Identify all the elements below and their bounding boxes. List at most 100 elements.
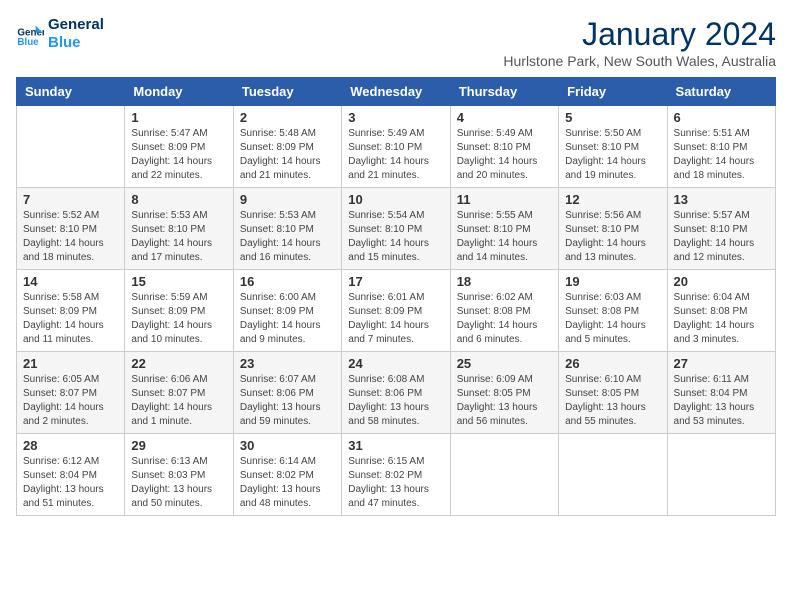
calendar-day: 12 Sunrise: 5:56 AM Sunset: 8:10 PM Dayli… <box>559 188 667 270</box>
calendar-week-1: 1 Sunrise: 5:47 AM Sunset: 8:09 PM Daylig… <box>17 106 776 188</box>
calendar-day <box>667 434 775 516</box>
day-number: 7 <box>23 192 118 207</box>
logo-line2: Blue <box>48 34 104 52</box>
day-info: Sunrise: 6:11 AM Sunset: 8:04 PM Dayligh… <box>674 373 769 429</box>
calendar-week-4: 21Sunrise: 6:05 AM Sunset: 8:07 PM Dayli… <box>17 352 776 434</box>
col-header-monday: Monday <box>125 78 233 106</box>
calendar-day: 3 Sunrise: 5:49 AM Sunset: 8:10 PM Daylig… <box>342 106 450 188</box>
day-number: 23 <box>240 356 335 371</box>
calendar-day: 21Sunrise: 6:05 AM Sunset: 8:07 PM Dayli… <box>17 352 125 434</box>
day-info: Sunrise: 5:54 AM Sunset: 8:10 PM Dayligh… <box>348 209 443 265</box>
calendar-day: 29 Sunrise: 6:13 AM Sunset: 8:03 PM Dayli… <box>125 434 233 516</box>
title-section: January 2024 Hurlstone Park, New South W… <box>503 16 776 69</box>
day-number: 6 <box>674 110 769 125</box>
day-info: Sunrise: 6:14 AM Sunset: 8:02 PM Dayligh… <box>240 455 335 511</box>
day-number: 11 <box>457 192 552 207</box>
calendar-day: 2 Sunrise: 5:48 AM Sunset: 8:09 PM Daylig… <box>233 106 341 188</box>
day-info: Sunrise: 5:55 AM Sunset: 8:10 PM Dayligh… <box>457 209 552 265</box>
col-header-wednesday: Wednesday <box>342 78 450 106</box>
calendar-day: 4 Sunrise: 5:49 AM Sunset: 8:10 PM Daylig… <box>450 106 558 188</box>
day-number: 16 <box>240 274 335 289</box>
day-number: 22 <box>131 356 226 371</box>
calendar-day: 24 Sunrise: 6:08 AM Sunset: 8:06 PM Dayli… <box>342 352 450 434</box>
day-info: Sunrise: 6:01 AM Sunset: 8:09 PM Dayligh… <box>348 291 443 347</box>
calendar-day: 7 Sunrise: 5:52 AM Sunset: 8:10 PM Daylig… <box>17 188 125 270</box>
day-info: Sunrise: 6:03 AM Sunset: 8:08 PM Dayligh… <box>565 291 660 347</box>
calendar-day <box>559 434 667 516</box>
logo-line1: General <box>48 16 104 34</box>
day-number: 26 <box>565 356 660 371</box>
day-number: 24 <box>348 356 443 371</box>
day-number: 19 <box>565 274 660 289</box>
calendar-day: 27Sunrise: 6:11 AM Sunset: 8:04 PM Dayli… <box>667 352 775 434</box>
day-info: Sunrise: 6:07 AM Sunset: 8:06 PM Dayligh… <box>240 373 335 429</box>
day-number: 25 <box>457 356 552 371</box>
day-info: Sunrise: 6:00 AM Sunset: 8:09 PM Dayligh… <box>240 291 335 347</box>
day-info: Sunrise: 5:58 AM Sunset: 8:09 PM Dayligh… <box>23 291 118 347</box>
day-info: Sunrise: 5:49 AM Sunset: 8:10 PM Dayligh… <box>457 127 552 183</box>
page-header: General Blue General Blue January 2024 H… <box>16 16 776 69</box>
day-info: Sunrise: 5:47 AM Sunset: 8:09 PM Dayligh… <box>131 127 226 183</box>
day-info: Sunrise: 5:49 AM Sunset: 8:10 PM Dayligh… <box>348 127 443 183</box>
day-info: Sunrise: 6:08 AM Sunset: 8:06 PM Dayligh… <box>348 373 443 429</box>
day-info: Sunrise: 5:50 AM Sunset: 8:10 PM Dayligh… <box>565 127 660 183</box>
day-number: 3 <box>348 110 443 125</box>
day-info: Sunrise: 6:06 AM Sunset: 8:07 PM Dayligh… <box>131 373 226 429</box>
day-info: Sunrise: 6:15 AM Sunset: 8:02 PM Dayligh… <box>348 455 443 511</box>
day-info: Sunrise: 5:48 AM Sunset: 8:09 PM Dayligh… <box>240 127 335 183</box>
day-number: 9 <box>240 192 335 207</box>
day-number: 12 <box>565 192 660 207</box>
calendar-day: 23 Sunrise: 6:07 AM Sunset: 8:06 PM Dayli… <box>233 352 341 434</box>
day-info: Sunrise: 5:53 AM Sunset: 8:10 PM Dayligh… <box>131 209 226 265</box>
calendar-day: 25 Sunrise: 6:09 AM Sunset: 8:05 PM Dayli… <box>450 352 558 434</box>
calendar-day: 13 Sunrise: 5:57 AM Sunset: 8:10 PM Dayli… <box>667 188 775 270</box>
day-number: 1 <box>131 110 226 125</box>
day-number: 14 <box>23 274 118 289</box>
calendar-day: 17Sunrise: 6:01 AM Sunset: 8:09 PM Dayli… <box>342 270 450 352</box>
day-number: 13 <box>674 192 769 207</box>
day-number: 18 <box>457 274 552 289</box>
day-info: Sunrise: 6:05 AM Sunset: 8:07 PM Dayligh… <box>23 373 118 429</box>
day-number: 28 <box>23 438 118 453</box>
day-info: Sunrise: 6:02 AM Sunset: 8:08 PM Dayligh… <box>457 291 552 347</box>
day-number: 4 <box>457 110 552 125</box>
calendar-day: 26 Sunrise: 6:10 AM Sunset: 8:05 PM Dayli… <box>559 352 667 434</box>
day-info: Sunrise: 5:51 AM Sunset: 8:10 PM Dayligh… <box>674 127 769 183</box>
calendar-day: 28Sunrise: 6:12 AM Sunset: 8:04 PM Dayli… <box>17 434 125 516</box>
calendar-week-2: 7 Sunrise: 5:52 AM Sunset: 8:10 PM Daylig… <box>17 188 776 270</box>
calendar-day: 15Sunrise: 5:59 AM Sunset: 8:09 PM Dayli… <box>125 270 233 352</box>
col-header-saturday: Saturday <box>667 78 775 106</box>
col-header-friday: Friday <box>559 78 667 106</box>
calendar-day: 5 Sunrise: 5:50 AM Sunset: 8:10 PM Daylig… <box>559 106 667 188</box>
calendar-table: SundayMondayTuesdayWednesdayThursdayFrid… <box>16 77 776 516</box>
day-info: Sunrise: 5:52 AM Sunset: 8:10 PM Dayligh… <box>23 209 118 265</box>
day-info: Sunrise: 5:57 AM Sunset: 8:10 PM Dayligh… <box>674 209 769 265</box>
day-info: Sunrise: 6:13 AM Sunset: 8:03 PM Dayligh… <box>131 455 226 511</box>
day-number: 10 <box>348 192 443 207</box>
day-number: 5 <box>565 110 660 125</box>
day-number: 31 <box>348 438 443 453</box>
calendar-day: 1 Sunrise: 5:47 AM Sunset: 8:09 PM Daylig… <box>125 106 233 188</box>
calendar-day: 16 Sunrise: 6:00 AM Sunset: 8:09 PM Dayli… <box>233 270 341 352</box>
svg-text:Blue: Blue <box>17 37 39 48</box>
calendar-week-3: 14 Sunrise: 5:58 AM Sunset: 8:09 PM Dayli… <box>17 270 776 352</box>
calendar-day: 14 Sunrise: 5:58 AM Sunset: 8:09 PM Dayli… <box>17 270 125 352</box>
calendar-day: 9 Sunrise: 5:53 AM Sunset: 8:10 PM Daylig… <box>233 188 341 270</box>
day-info: Sunrise: 6:09 AM Sunset: 8:05 PM Dayligh… <box>457 373 552 429</box>
day-info: Sunrise: 5:56 AM Sunset: 8:10 PM Dayligh… <box>565 209 660 265</box>
day-info: Sunrise: 6:04 AM Sunset: 8:08 PM Dayligh… <box>674 291 769 347</box>
col-header-tuesday: Tuesday <box>233 78 341 106</box>
calendar-day <box>17 106 125 188</box>
calendar-header-row: SundayMondayTuesdayWednesdayThursdayFrid… <box>17 78 776 106</box>
day-info: Sunrise: 5:53 AM Sunset: 8:10 PM Dayligh… <box>240 209 335 265</box>
day-number: 2 <box>240 110 335 125</box>
day-number: 8 <box>131 192 226 207</box>
month-year: January 2024 <box>503 16 776 53</box>
day-info: Sunrise: 6:10 AM Sunset: 8:05 PM Dayligh… <box>565 373 660 429</box>
calendar-day: 6 Sunrise: 5:51 AM Sunset: 8:10 PM Daylig… <box>667 106 775 188</box>
col-header-sunday: Sunday <box>17 78 125 106</box>
day-number: 30 <box>240 438 335 453</box>
calendar-day: 19 Sunrise: 6:03 AM Sunset: 8:08 PM Dayli… <box>559 270 667 352</box>
logo: General Blue General Blue <box>16 16 104 52</box>
day-number: 29 <box>131 438 226 453</box>
